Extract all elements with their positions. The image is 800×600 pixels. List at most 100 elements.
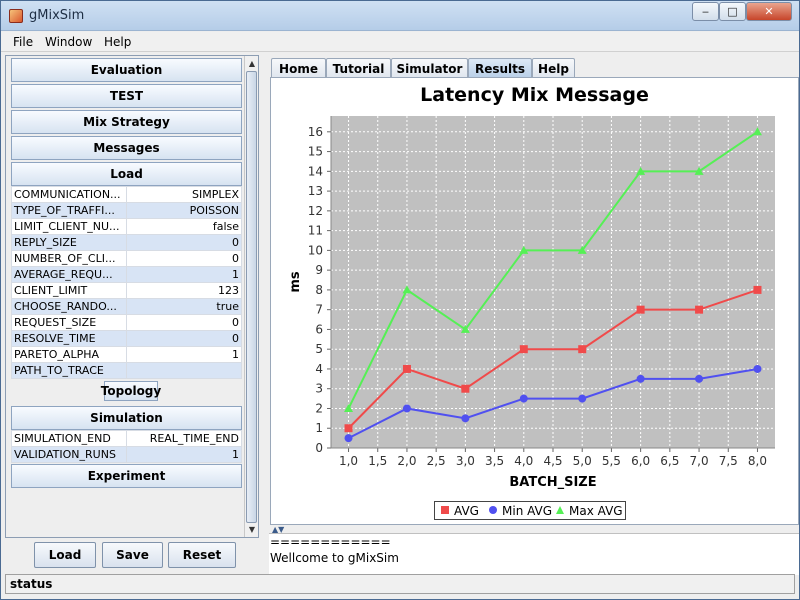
property-row[interactable]: CHOOSE_RANDO... true: [11, 298, 242, 315]
property-value[interactable]: 0: [126, 234, 242, 251]
console-line: ============: [270, 535, 391, 549]
x-axis-label: BATCH_SIZE: [509, 475, 596, 490]
property-row[interactable]: PATH_TO_TRACE: [11, 362, 242, 379]
property-value[interactable]: 1: [126, 346, 242, 363]
property-row[interactable]: LIMIT_CLIENT_NU... false: [11, 218, 242, 235]
scroll-down-arrow-icon[interactable]: ▼: [246, 523, 258, 535]
y-tick-label: 11: [308, 224, 323, 238]
menu-bar: File Window Help: [1, 32, 799, 52]
property-row[interactable]: CLIENT_LIMIT 123: [11, 282, 242, 299]
chart-legend: AVG Min AVG Max AVG: [434, 501, 626, 520]
property-value[interactable]: 1: [126, 446, 242, 463]
property-row[interactable]: TYPE_OF_TRAFFI... POISSON: [11, 202, 242, 219]
data-point-min-avg: [402, 404, 411, 413]
property-key: PATH_TO_TRACE: [11, 362, 127, 379]
load-properties-table: COMMUNICATION... SIMPLEX TYPE_OF_TRAFFI...…: [11, 186, 242, 379]
y-tick-label: 13: [308, 184, 323, 198]
y-tick-label: 14: [308, 164, 323, 178]
property-value[interactable]: REAL_TIME_END: [126, 430, 242, 447]
reset-button[interactable]: Reset: [168, 542, 236, 568]
menu-help[interactable]: Help: [104, 35, 131, 49]
legend-avg-label: AVG: [454, 504, 479, 518]
console-line: Wellcome to gMixSim: [270, 551, 399, 565]
data-point-min-avg: [578, 394, 587, 403]
x-tick-label: 6,0: [631, 454, 650, 468]
x-tick-label: 7,0: [690, 454, 709, 468]
data-point-min-avg: [461, 414, 470, 423]
tab-tutorial[interactable]: Tutorial: [326, 58, 391, 78]
data-point-avg: [695, 305, 704, 314]
menu-window[interactable]: Window: [45, 35, 92, 49]
data-point-avg: [753, 285, 762, 294]
y-axis-label: ms: [288, 271, 303, 293]
property-key: PARETO_ALPHA: [11, 346, 127, 363]
data-point-avg: [636, 305, 645, 314]
simulation-properties-table: SIMULATION_END REAL_TIME_END VALIDATION_RU…: [11, 430, 242, 463]
tab-home[interactable]: Home: [271, 58, 326, 78]
property-key: LIMIT_CLIENT_NU...: [11, 218, 127, 235]
panel-splitter[interactable]: [261, 55, 267, 575]
config-panel: Evaluation TEST Mix Strategy Messages Lo…: [5, 55, 259, 538]
property-key: RESOLVE_TIME: [11, 330, 127, 347]
property-value[interactable]: POISSON: [126, 202, 242, 219]
config-scrollbar[interactable]: ▲ ▼: [244, 56, 258, 537]
x-tick-label: 2,5: [427, 454, 446, 468]
property-row[interactable]: NUMBER_OF_CLI... 0: [11, 250, 242, 267]
close-button[interactable]: ✕: [746, 2, 792, 21]
title-bar[interactable]: gMixSim ‒ □ ✕: [1, 1, 799, 31]
tab-help[interactable]: Help: [532, 58, 575, 78]
property-key: SIMULATION_END: [11, 430, 127, 447]
scrollbar-thumb[interactable]: [246, 71, 257, 523]
x-tick-label: 4,5: [543, 454, 562, 468]
section-load[interactable]: Load: [11, 162, 242, 186]
property-key: AVERAGE_REQU...: [11, 266, 127, 283]
minimize-button[interactable]: ‒: [692, 2, 719, 21]
latency-chart: 0123456789101112131415161,0 1,5 2,0 2,5 3,0 3…: [288, 116, 775, 490]
property-row[interactable]: SIMULATION_END REAL_TIME_END: [11, 430, 242, 447]
property-value[interactable]: SIMPLEX: [126, 186, 242, 203]
property-value[interactable]: 0: [126, 250, 242, 267]
data-point-avg: [578, 345, 587, 354]
property-value[interactable]: true: [126, 298, 242, 315]
section-simulation[interactable]: Simulation: [11, 406, 242, 430]
section-evaluation[interactable]: Evaluation: [11, 58, 242, 82]
tab-results[interactable]: Results: [468, 58, 532, 78]
x-tick-label: 5,0: [573, 454, 592, 468]
legend-min-circle-icon: [488, 504, 498, 518]
load-button[interactable]: Load: [34, 542, 96, 568]
results-chart-panel: Latency Mix Message 0 1 2 3 4 5 6 7 8 9 10 11 12 13 14…: [270, 77, 799, 525]
section-test[interactable]: TEST: [11, 84, 242, 108]
section-experiment[interactable]: Experiment: [11, 464, 242, 488]
maximize-button[interactable]: □: [719, 2, 746, 21]
data-point-avg: [519, 345, 528, 354]
y-tick-label: 16: [308, 125, 323, 139]
property-value[interactable]: 0: [126, 314, 242, 331]
tab-simulator[interactable]: Simulator: [391, 58, 468, 78]
scroll-up-arrow-icon[interactable]: ▲: [246, 57, 258, 69]
property-key: CLIENT_LIMIT: [11, 282, 127, 299]
property-row[interactable]: REQUEST_SIZE 0: [11, 314, 242, 331]
section-topology[interactable]: Topology: [101, 381, 161, 401]
data-point-min-avg: [753, 364, 762, 373]
y-tick-label: 4: [315, 362, 323, 376]
legend-min-label: Min AVG: [502, 504, 553, 518]
save-button[interactable]: Save: [102, 542, 163, 568]
property-row[interactable]: RESOLVE_TIME 0: [11, 330, 242, 347]
property-value[interactable]: false: [126, 218, 242, 235]
property-row[interactable]: PARETO_ALPHA 1: [11, 346, 242, 363]
property-value[interactable]: [126, 362, 242, 379]
property-row[interactable]: VALIDATION_RUNS 1: [11, 446, 242, 463]
section-messages[interactable]: Messages: [11, 136, 242, 160]
property-value[interactable]: 123: [126, 282, 242, 299]
y-tick-label: 2: [315, 401, 323, 415]
x-tick-label: 1,5: [368, 454, 387, 468]
property-row[interactable]: REPLY_SIZE 0: [11, 234, 242, 251]
property-row[interactable]: AVERAGE_REQU... 1: [11, 266, 242, 283]
y-tick-label: 7: [315, 303, 323, 317]
section-mix-strategy[interactable]: Mix Strategy: [11, 110, 242, 134]
data-point-min-avg: [344, 434, 353, 443]
menu-file[interactable]: File: [13, 35, 33, 49]
property-value[interactable]: 0: [126, 330, 242, 347]
property-value[interactable]: 1: [126, 266, 242, 283]
property-row[interactable]: COMMUNICATION... SIMPLEX: [11, 186, 242, 203]
